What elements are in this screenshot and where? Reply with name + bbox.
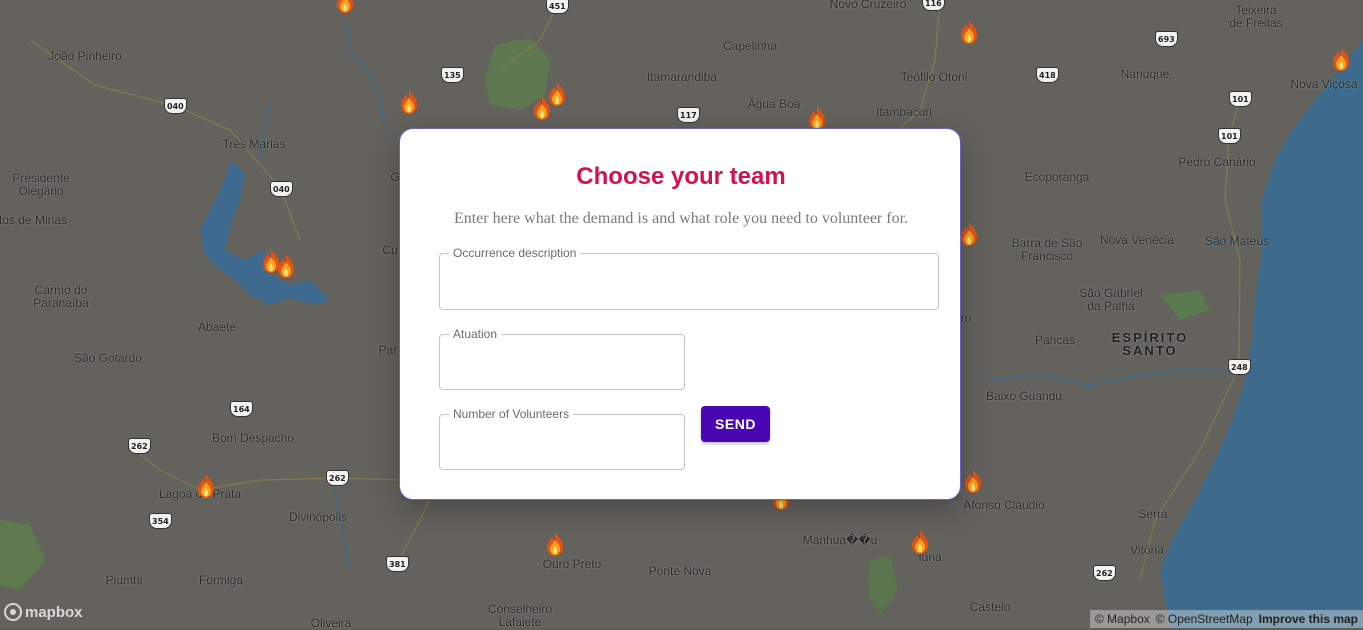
choose-team-dialog: Choose your team Enter here what the dem… xyxy=(399,128,961,500)
atuation-input[interactable] xyxy=(452,351,672,377)
map-attribution: © Mapbox © OpenStreetMap Improve this ma… xyxy=(1089,610,1363,628)
attribution-osm-link[interactable]: © OpenStreetMap xyxy=(1156,610,1253,628)
occurrence-description-field[interactable]: Occurrence description xyxy=(439,246,939,310)
occurrence-description-label: Occurrence description xyxy=(449,246,581,260)
occurrence-description-input[interactable] xyxy=(452,270,926,296)
atuation-label: Atuation xyxy=(449,327,502,341)
attribution-mapbox-link[interactable]: © Mapbox xyxy=(1095,610,1150,628)
mapbox-icon xyxy=(4,603,22,621)
dialog-subtitle: Enter here what the demand is and what r… xyxy=(453,210,909,227)
number-of-volunteers-field[interactable]: Number of Volunteers xyxy=(439,407,685,470)
atuation-field[interactable]: Atuation xyxy=(439,327,685,390)
mapbox-logo[interactable]: mapbox xyxy=(4,602,83,622)
number-of-volunteers-label: Number of Volunteers xyxy=(449,407,574,421)
number-of-volunteers-input[interactable] xyxy=(452,431,672,457)
send-button[interactable]: SEND xyxy=(701,406,770,442)
modal-backdrop[interactable]: Choose your team Enter here what the dem… xyxy=(0,0,1363,628)
dialog-title: Choose your team xyxy=(576,163,786,190)
mapbox-logo-text: mapbox xyxy=(25,603,83,621)
improve-map-link[interactable]: Improve this map xyxy=(1259,610,1358,628)
